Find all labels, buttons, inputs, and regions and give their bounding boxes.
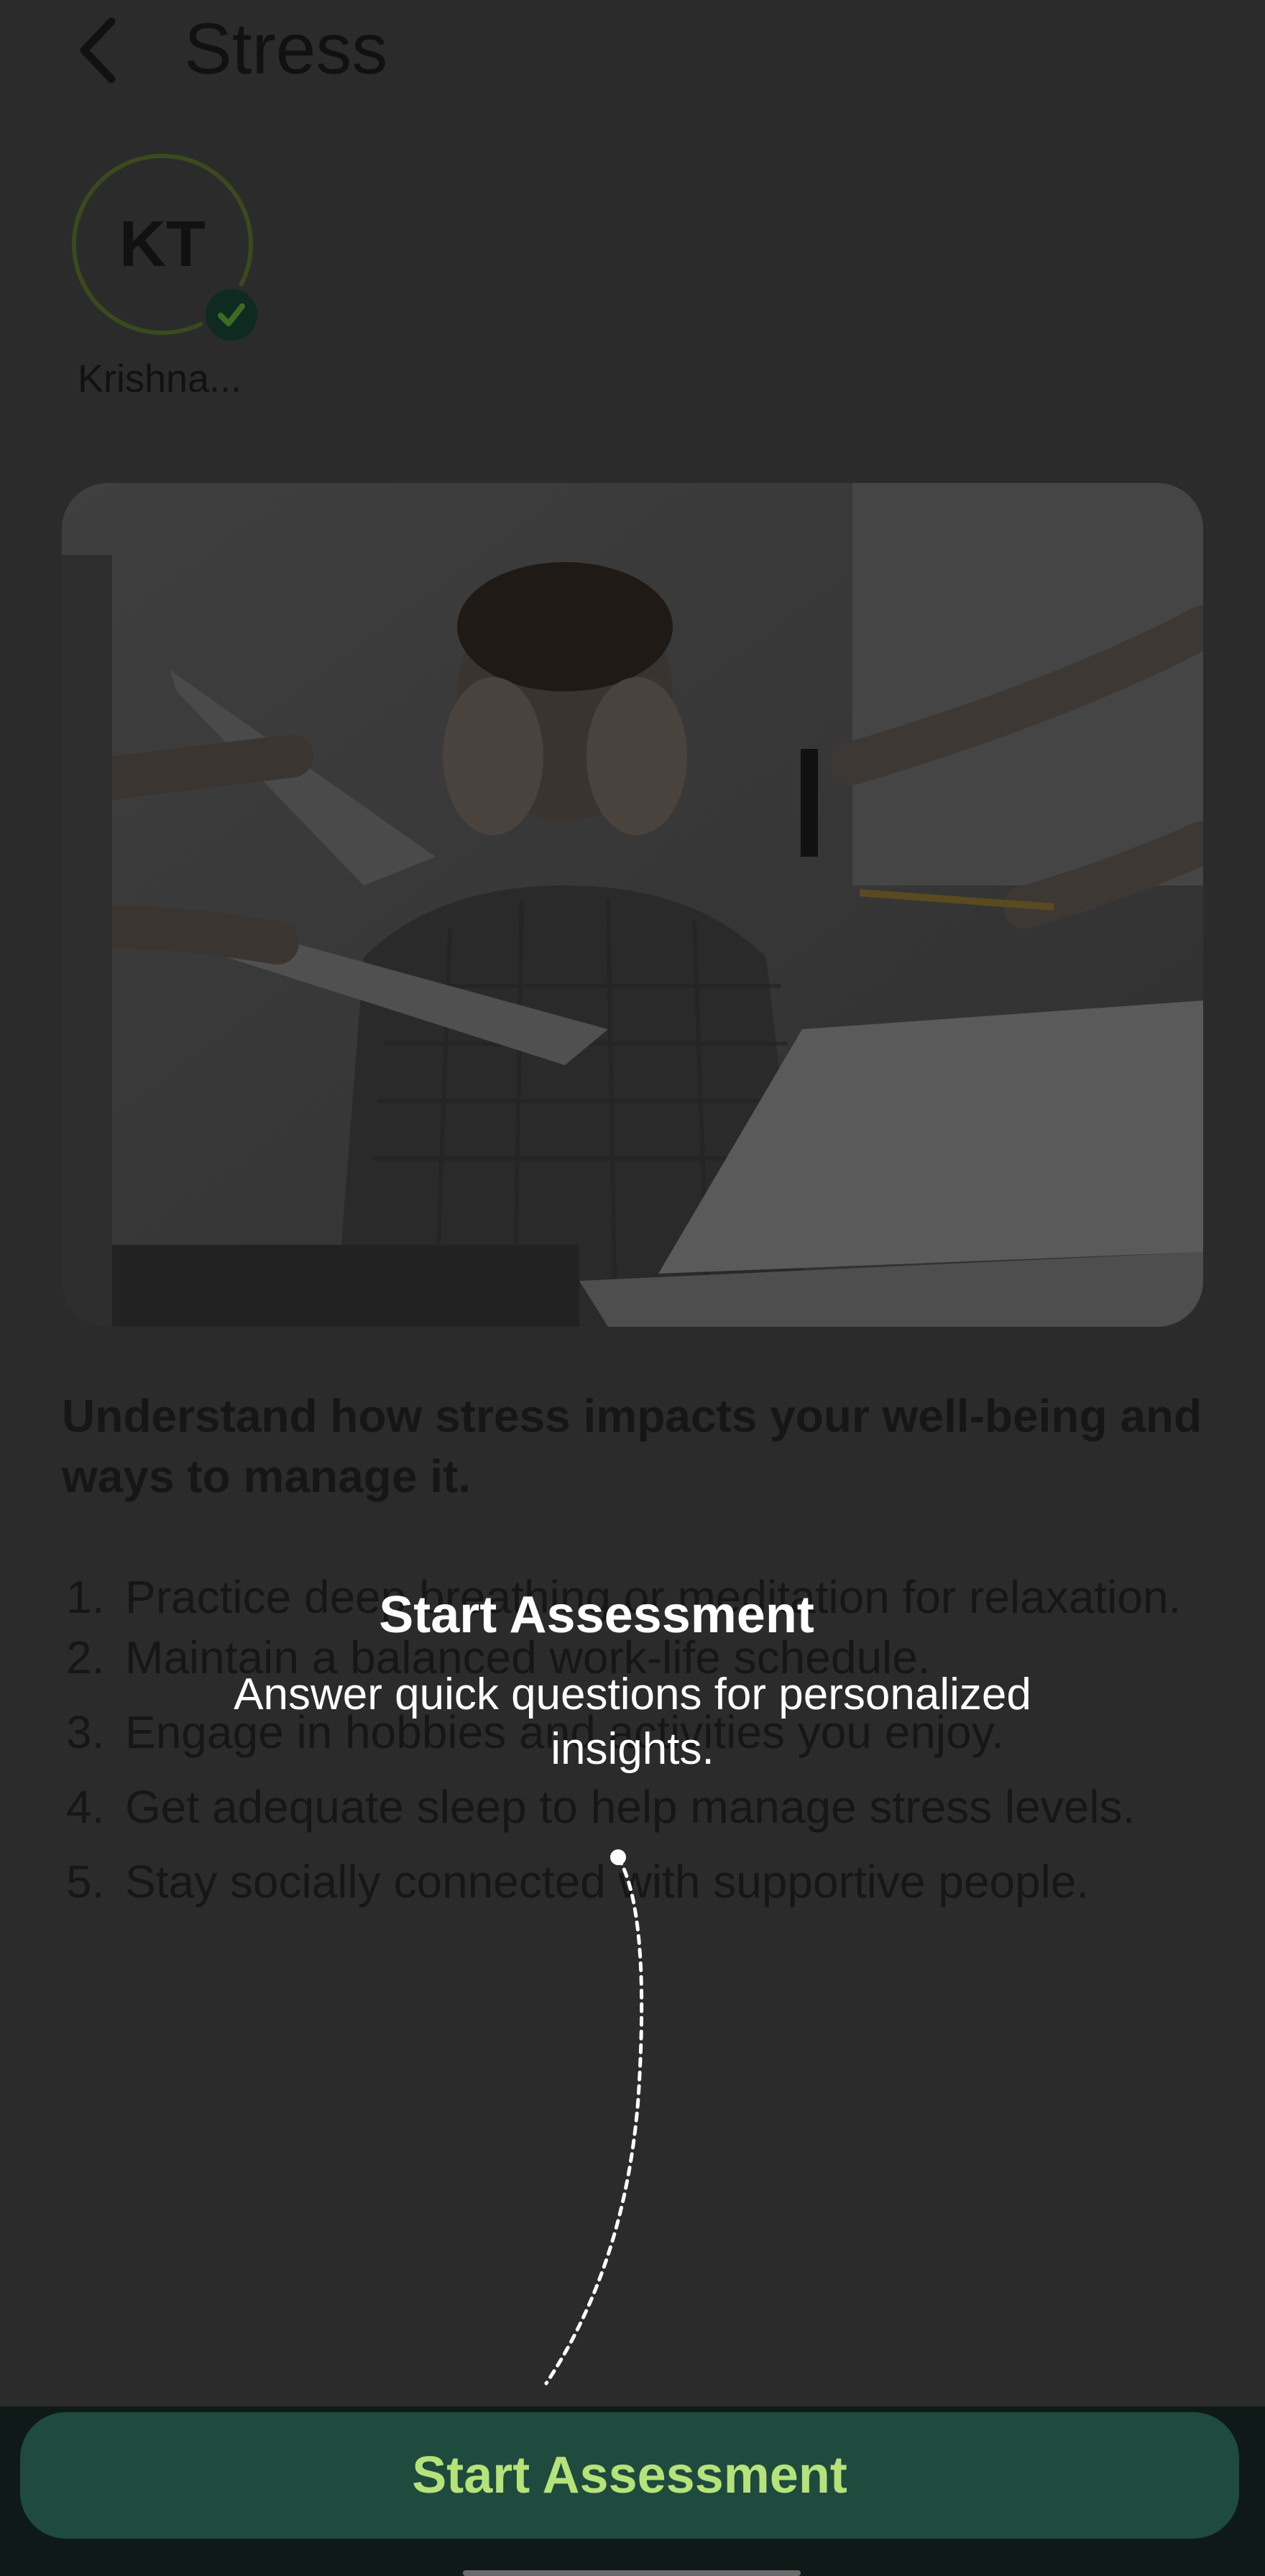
- coachmark-title: Start Assessment: [379, 1586, 814, 1644]
- page-title: Stress: [184, 9, 388, 89]
- screen: Stress KT Krishna... Understand how stre…: [0, 0, 1265, 2576]
- list-number: 4.: [66, 1781, 105, 1833]
- stressed-person-photo: [62, 483, 1203, 1327]
- spacer: [62, 1837, 1212, 1852]
- list-item: 5. Stay socially connected with supporti…: [62, 1852, 1212, 1912]
- profile-chip[interactable]: KT Krishna...: [69, 151, 263, 410]
- chevron-left-icon: [80, 17, 116, 83]
- start-assessment-button[interactable]: Start Assessment: [20, 2412, 1239, 2539]
- back-button[interactable]: [63, 7, 135, 93]
- tip-text: Stay socially connected with supportive …: [125, 1856, 1090, 1908]
- app-header: Stress: [0, 0, 1265, 108]
- list-item: 4. Get adequate sleep to help manage str…: [62, 1777, 1212, 1837]
- hero-image: [62, 483, 1203, 1327]
- bottom-bar: Start Assessment: [0, 2406, 1265, 2576]
- home-indicator: [463, 2570, 801, 2576]
- list-number: 3.: [66, 1706, 105, 1758]
- intro-text: Understand how stress impacts your well-…: [62, 1390, 1202, 1502]
- tip-text: Get adequate sleep to help manage stress…: [125, 1781, 1136, 1833]
- list-number: 5.: [66, 1856, 105, 1908]
- profile-name: Krishna...: [78, 357, 242, 400]
- check-badge-icon: [201, 285, 262, 345]
- coachmark-description: Answer quick questions for personalized …: [234, 1670, 1031, 1774]
